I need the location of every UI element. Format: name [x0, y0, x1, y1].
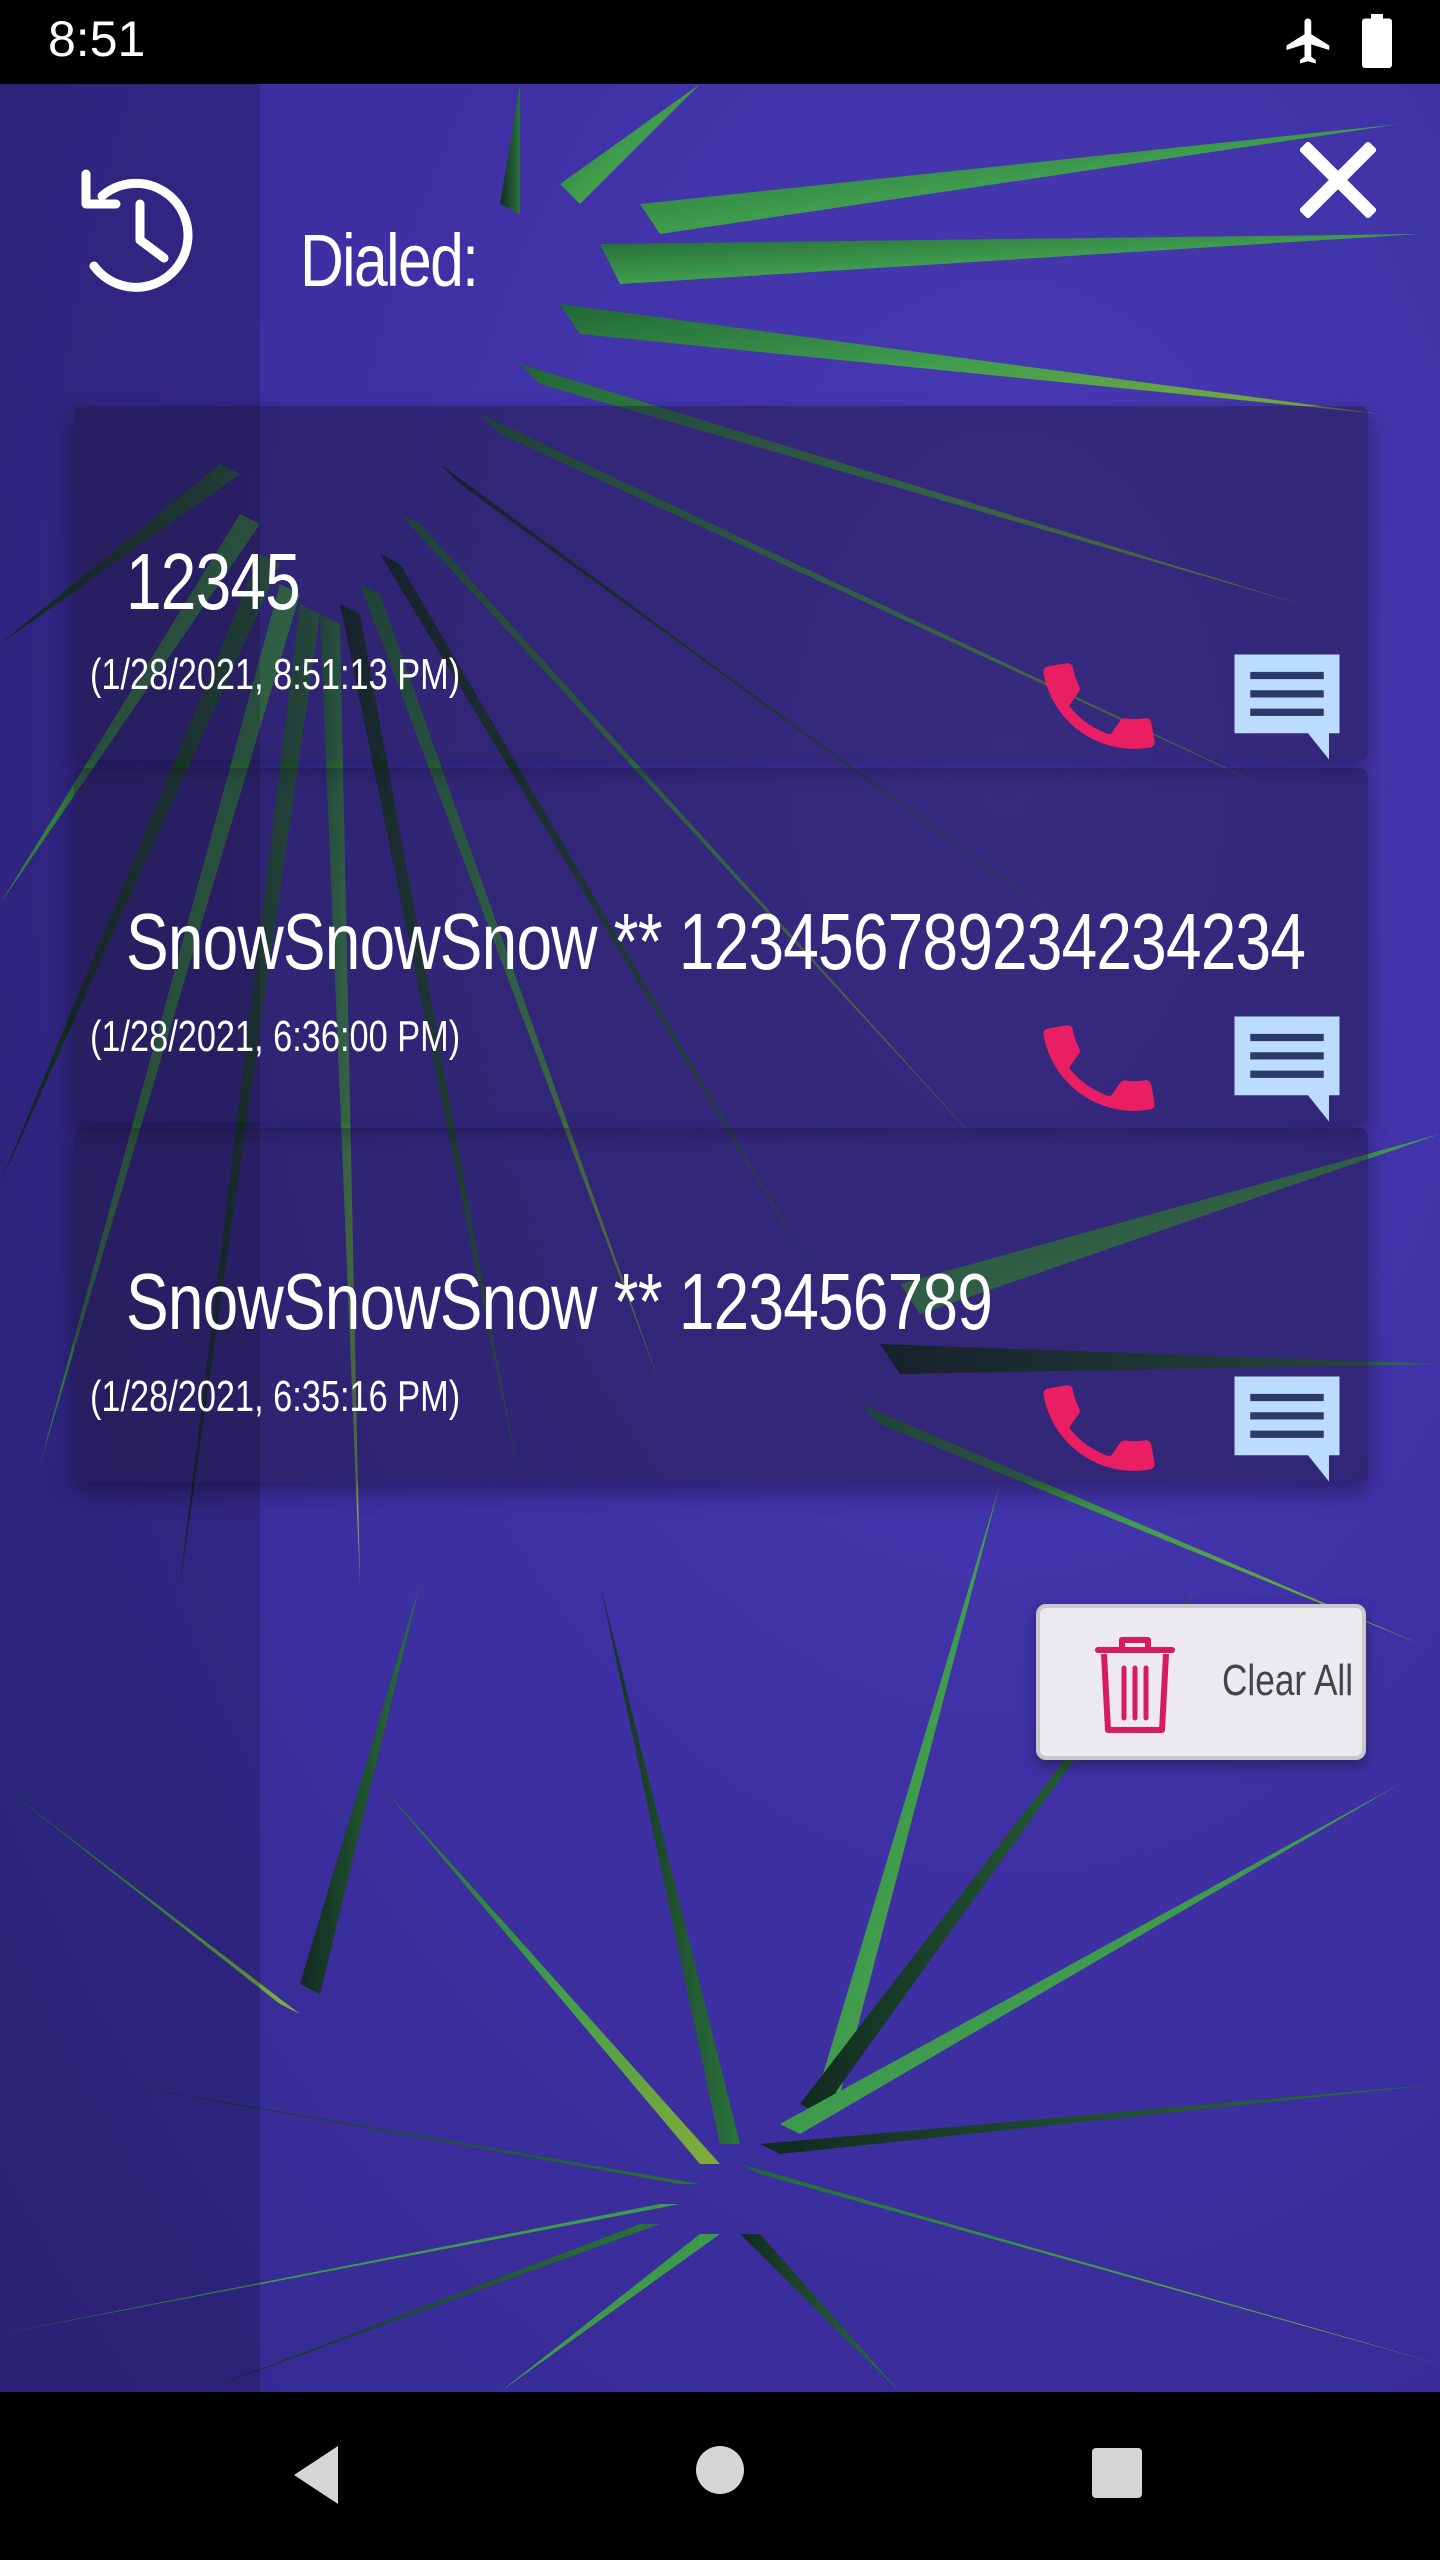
recents-icon[interactable]: [1090, 2446, 1144, 2500]
trash-icon: [1095, 1637, 1175, 1733]
message-button[interactable]: [1224, 1366, 1350, 1492]
call-name: 12345: [126, 537, 301, 626]
call-button[interactable]: [1034, 642, 1164, 772]
call-datetime: (1/28/2021, 6:35:16 PM): [90, 1372, 461, 1421]
status-bar: 8:51: [0, 0, 1440, 84]
call-datetime: (1/28/2021, 8:51:13 PM): [90, 650, 461, 699]
message-button[interactable]: [1224, 644, 1350, 770]
system-nav-bar: [0, 2392, 1440, 2560]
page-title: Dialed:: [300, 219, 479, 302]
clear-all-button[interactable]: Clear All: [1036, 1604, 1366, 1760]
call-name: SnowSnowSnow ** 123456789: [126, 1257, 993, 1346]
close-icon[interactable]: [1300, 142, 1376, 218]
call-datetime: (1/28/2021, 6:36:00 PM): [90, 1012, 461, 1061]
call-log-item[interactable]: SnowSnowSnow ** 123456789234234234 (1/28…: [74, 768, 1368, 1122]
history-icon[interactable]: [72, 166, 198, 296]
clear-all-label: Clear All: [1222, 1656, 1354, 1705]
call-log-item[interactable]: 12345 (1/28/2021, 8:51:13 PM): [74, 406, 1368, 760]
status-time: 8:51: [48, 11, 146, 67]
battery-icon: [1362, 14, 1392, 68]
call-button[interactable]: [1034, 1004, 1164, 1134]
back-icon[interactable]: [286, 2442, 346, 2508]
call-button[interactable]: [1034, 1364, 1164, 1494]
call-name: SnowSnowSnow ** 123456789234234234: [126, 897, 1306, 986]
message-button[interactable]: [1224, 1006, 1350, 1132]
home-icon[interactable]: [694, 2444, 746, 2496]
call-log-item[interactable]: SnowSnowSnow ** 123456789 (1/28/2021, 6:…: [74, 1128, 1368, 1482]
airplane-mode-icon: [1286, 18, 1330, 64]
